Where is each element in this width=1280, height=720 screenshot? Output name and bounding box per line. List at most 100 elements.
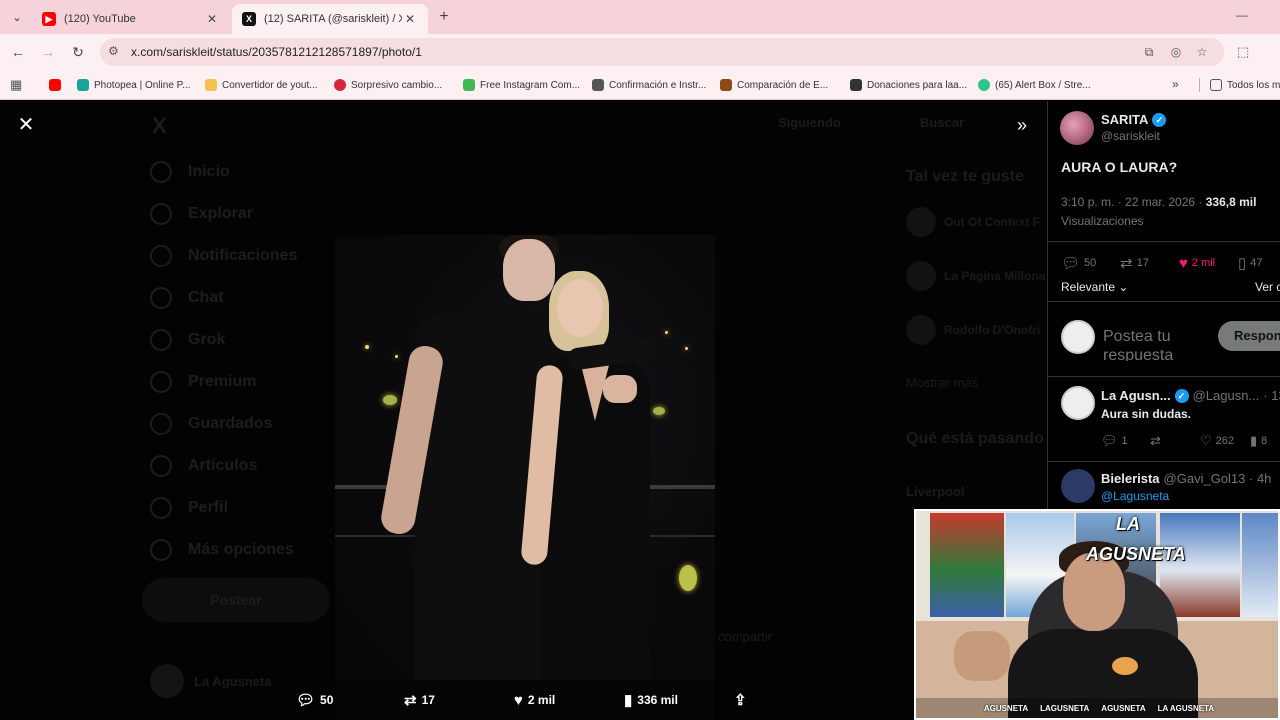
- forward-arrow-icon[interactable]: →: [38, 42, 58, 62]
- bookmark-folder-all[interactable]: Todos los m: [1210, 77, 1280, 93]
- view-more-link[interactable]: Ver c: [1255, 280, 1280, 294]
- minimize-icon[interactable]: —: [1236, 8, 1248, 22]
- tweet-views-label: Visualizaciones: [1061, 214, 1144, 228]
- news-icon: [334, 79, 346, 91]
- repost-icon: ⇄: [1150, 433, 1161, 448]
- share-icon: ⇪: [734, 692, 747, 709]
- tree-light: [653, 407, 665, 415]
- new-tab-button[interactable]: +: [436, 8, 452, 26]
- suggestion-name: Out Of Context F: [944, 215, 1040, 229]
- kick-handle: AGUSNETA: [1101, 703, 1146, 713]
- nav-explorar: Explorar: [150, 201, 253, 227]
- comment-avatar[interactable]: [1061, 469, 1095, 503]
- article-icon: [150, 455, 172, 477]
- reply-count: 50: [1084, 257, 1097, 269]
- youtube-icon: [49, 79, 61, 91]
- nav-grok: Grok: [150, 327, 225, 353]
- photo-share-button[interactable]: ⇪: [734, 689, 752, 711]
- back-arrow-icon[interactable]: ←: [8, 42, 28, 62]
- bookmark-stat-button[interactable]: ▯ 47: [1238, 253, 1263, 273]
- comment-avatar[interactable]: [1061, 386, 1095, 420]
- tree-light: [383, 395, 397, 405]
- my-avatar: [1061, 320, 1095, 354]
- close-icon[interactable]: ✕: [16, 115, 36, 135]
- account-switcher-ghost: La Agusneta: [150, 664, 272, 698]
- tweet-timestamp[interactable]: 3:10 p. m. · 22 mar. 2026 ·: [1061, 195, 1206, 209]
- collapse-panel-icon[interactable]: »: [1012, 115, 1032, 135]
- bookmark-youtube[interactable]: [49, 77, 66, 93]
- tab-youtube[interactable]: ▶ (120) YouTube ✕: [32, 4, 230, 34]
- extensions-icon[interactable]: ⬚: [1237, 44, 1249, 60]
- w-icon: [463, 79, 475, 91]
- address-bar[interactable]: ⚙ x.com/sariskleit/status/20357812121285…: [100, 38, 1224, 66]
- bookmark-sorpresivo[interactable]: Sorpresivo cambio...: [334, 77, 442, 93]
- link-icon: [592, 79, 604, 91]
- comment-author[interactable]: Bielerista @Gavi_Gol13 · 4h: [1101, 471, 1271, 486]
- bookmark-alert-box[interactable]: (65) Alert Box / Stre...: [978, 77, 1091, 93]
- reply-button[interactable]: Responder: [1218, 321, 1280, 351]
- comment-mention[interactable]: @Lagusneta: [1101, 489, 1169, 503]
- reload-icon[interactable]: ↻: [68, 42, 88, 62]
- sort-dropdown[interactable]: Relevante ⌄: [1061, 280, 1128, 294]
- bookmark-photopea[interactable]: Photopea | Online P...: [77, 77, 190, 93]
- bookmark-count: 47: [1250, 257, 1263, 269]
- repost-count: 17: [1136, 257, 1149, 269]
- bookmark-label: Sorpresivo cambio...: [351, 79, 443, 91]
- woman-hand: [603, 375, 637, 403]
- nav-label: Perfil: [188, 499, 229, 516]
- comment-handle: @Lagusn...: [1192, 388, 1260, 403]
- nav-label: Artículos: [188, 457, 258, 474]
- tab-title: (12) SARITA (@sariskleit) / X: [264, 13, 402, 25]
- photo-reply-button[interactable]: 💬︎ 50: [296, 689, 333, 711]
- post-button-ghost: Postear: [142, 578, 330, 622]
- bookmark-confirmacion[interactable]: Confirmación e Instr...: [592, 77, 706, 93]
- photo-like-button[interactable]: ♥ 2 mil: [514, 689, 555, 711]
- stream-logo: LA AGUSNETA: [1086, 514, 1186, 564]
- install-app-icon[interactable]: ⧉: [1141, 44, 1157, 60]
- comment-author[interactable]: La Agusn... ✓ @Lagusn... · 13: [1101, 388, 1280, 403]
- like-stat-button[interactable]: ♥ 2 mil: [1179, 253, 1215, 273]
- bookmark-donaciones[interactable]: Donaciones para laa...: [850, 77, 967, 93]
- comment-like-button[interactable]: ♡ 262: [1200, 433, 1234, 449]
- poster-celebration: [1160, 513, 1240, 617]
- tab-close-icon[interactable]: ✕: [204, 12, 220, 26]
- comment-reply-button[interactable]: 💬︎ 1: [1101, 433, 1128, 449]
- comment-views-count: 8: [1261, 435, 1268, 447]
- eye-off-icon[interactable]: ◎: [1168, 44, 1184, 60]
- bookmark-star-icon[interactable]: ☆: [1194, 44, 1210, 60]
- divider: [1048, 301, 1280, 302]
- comment-name: La Agusn...: [1101, 388, 1171, 403]
- apps-grid-icon[interactable]: ▦: [10, 77, 22, 93]
- avatar: [150, 664, 184, 698]
- comment-like-count: 262: [1215, 435, 1235, 447]
- photo-repost-button[interactable]: ⇄ 17: [404, 689, 435, 711]
- tab-x-sarita[interactable]: X (12) SARITA (@sariskleit) / X ✕: [232, 4, 428, 34]
- more-bookmarks-icon[interactable]: »: [1172, 77, 1179, 91]
- comment-repost-button[interactable]: ⇄: [1150, 433, 1165, 449]
- nav-notificaciones: Notificaciones: [150, 243, 297, 269]
- tab-search-chevron-icon[interactable]: ⌄: [6, 6, 28, 28]
- comment-views-button[interactable]: ▮ 8: [1250, 433, 1267, 449]
- repost-stat-button[interactable]: ⇄ 17: [1120, 253, 1149, 273]
- site-settings-icon[interactable]: ⚙: [108, 44, 119, 58]
- bookmark-comparacion[interactable]: Comparación de E...: [720, 77, 828, 93]
- bookmark-convertidor[interactable]: Convertidor de yout...: [205, 77, 318, 93]
- repost-count: 17: [421, 693, 435, 707]
- share-ghost: compartir: [718, 629, 773, 644]
- reply-icon: 💬︎: [296, 692, 316, 709]
- verified-badge-icon: ✓: [1152, 112, 1167, 127]
- author-avatar[interactable]: [1060, 111, 1094, 145]
- suggestion-ghost: Rodolfo D'Onofri: [906, 315, 1040, 345]
- poster-stadium: [930, 513, 1004, 617]
- author-handle[interactable]: @sariskleit: [1101, 129, 1160, 143]
- tweet-photo[interactable]: [335, 235, 715, 680]
- photo-views-button[interactable]: ▮ 336 mil: [624, 689, 678, 711]
- city-light: [665, 331, 668, 334]
- search-ghost: Buscar: [920, 115, 965, 130]
- tab-close-icon[interactable]: ✕: [402, 12, 418, 26]
- reply-input[interactable]: Postea tu respuesta: [1103, 327, 1213, 361]
- tweet-views-count: 336,8 mil: [1205, 195, 1257, 209]
- reply-stat-button[interactable]: 💬︎ 50: [1061, 253, 1096, 273]
- bookmark-instagram-comments[interactable]: Free Instagram Com...: [463, 77, 580, 93]
- author-name-row[interactable]: SARITA ✓: [1101, 112, 1167, 127]
